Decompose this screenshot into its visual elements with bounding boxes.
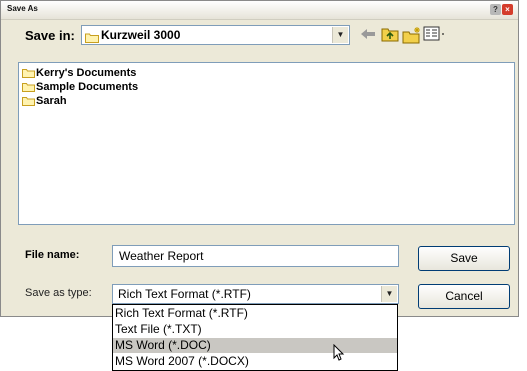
file-name-input[interactable]: Weather Report — [112, 245, 399, 267]
cancel-button[interactable]: Cancel — [418, 284, 510, 309]
back-arrow-icon[interactable] — [359, 26, 377, 47]
save-button[interactable]: Save — [418, 246, 510, 271]
window-title: Save As — [7, 4, 38, 13]
list-item[interactable]: Sample Documents — [22, 81, 138, 93]
save-as-type-value: Rich Text Format (*.RTF) — [118, 287, 251, 301]
chevron-down-icon[interactable]: ▼ — [332, 27, 348, 43]
dropdown-option[interactable]: Text File (*.TXT) — [113, 322, 397, 337]
save-as-type-dropdown-list: Rich Text Format (*.RTF) Text File (*.TX… — [112, 304, 398, 371]
list-item-label: Kerry's Documents — [36, 67, 137, 79]
file-list[interactable]: Kerry's Documents Sample Documents Sarah — [18, 62, 515, 225]
dropdown-option[interactable]: MS Word 2007 (*.DOCX) — [113, 354, 397, 369]
list-item[interactable]: Kerry's Documents — [22, 67, 136, 79]
save-in-combo[interactable]: Kurzweil 3000 ▼ — [81, 25, 350, 45]
new-folder-icon[interactable] — [402, 26, 422, 49]
close-icon[interactable]: × — [502, 4, 513, 15]
dropdown-option[interactable]: Rich Text Format (*.RTF) — [113, 306, 397, 321]
list-item-label: Sample Documents — [36, 81, 139, 93]
folder-icon — [22, 83, 35, 93]
chevron-down-icon[interactable]: ▼ — [381, 286, 397, 302]
up-folder-icon[interactable] — [381, 26, 399, 47]
save-in-label: Save in: — [25, 28, 75, 43]
mouse-cursor-icon — [333, 343, 345, 367]
title-bar[interactable]: Save As ? × — [1, 1, 518, 20]
help-icon[interactable]: ? — [490, 4, 501, 15]
folder-icon — [22, 69, 35, 79]
save-in-value: Kurzweil 3000 — [101, 28, 181, 42]
save-as-type-label: Save as type: — [25, 287, 92, 299]
list-item-label: Sarah — [36, 95, 67, 107]
folder-icon — [85, 30, 99, 48]
save-as-type-select[interactable]: Rich Text Format (*.RTF) ▼ — [112, 284, 399, 304]
view-menu-icon[interactable] — [423, 26, 447, 47]
dropdown-option-highlighted[interactable]: MS Word (*.DOC) — [113, 338, 397, 353]
list-item[interactable]: Sarah — [22, 95, 67, 107]
folder-icon — [22, 97, 35, 107]
file-name-label: File name: — [25, 249, 80, 261]
save-as-dialog: Save As ? × Save in: Kurzweil 3000 ▼ Ker… — [0, 0, 519, 317]
